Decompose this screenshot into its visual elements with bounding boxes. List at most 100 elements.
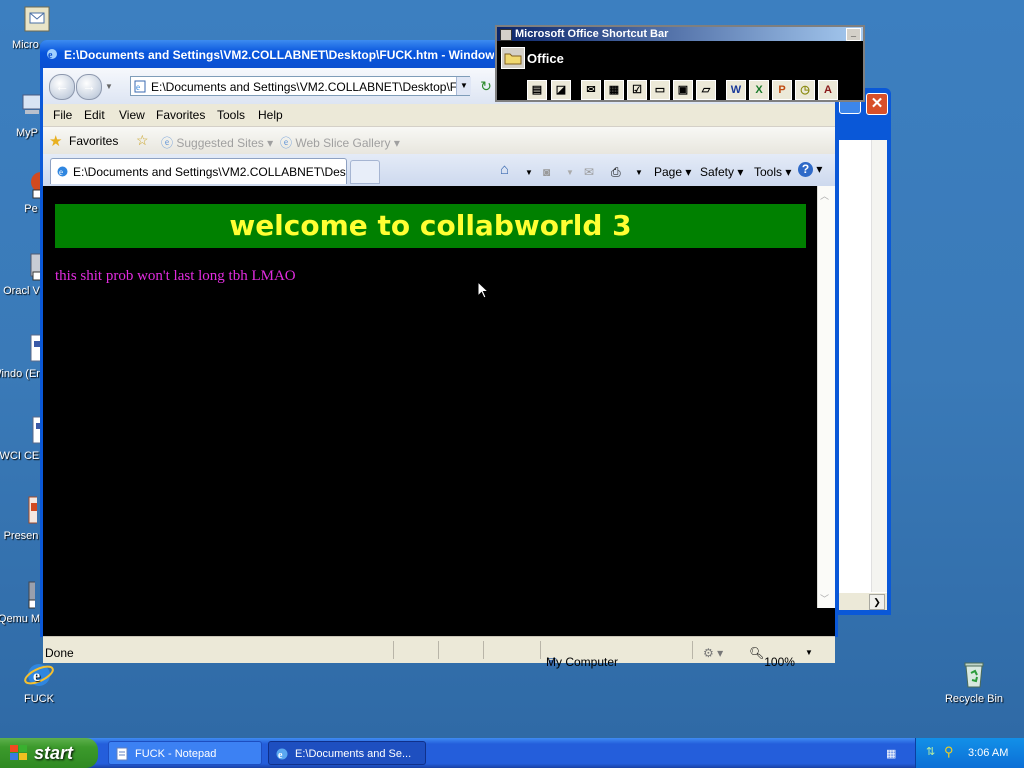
background-window-client: ❯ — [839, 140, 887, 610]
vertical-scrollbar[interactable] — [871, 140, 887, 592]
start-button[interactable]: start — [0, 738, 98, 768]
taskbar: start FUCK - Notepad e E:\Documents and … — [0, 738, 1024, 768]
office-folder-icon[interactable] — [501, 47, 525, 69]
desktop: Micro Outl MyP Pe Oracl Virtu Windo (Eng… — [0, 0, 1024, 738]
protected-mode-icon[interactable]: ⚙ ▾ — [703, 646, 723, 660]
page-icon: e — [134, 80, 146, 93]
minimize-button[interactable]: _ — [846, 28, 861, 41]
new-message-icon[interactable]: ✉ — [581, 80, 601, 100]
svg-text:e: e — [59, 167, 63, 177]
powerpoint-icon — [28, 496, 37, 524]
tab-label: E:\Documents and Settings\VM2.COLLABNET\… — [73, 165, 346, 179]
office-shortcut-bar[interactable]: Microsoft Office Shortcut Bar _ Office ▤… — [495, 25, 865, 102]
page-banner: welcome to collabworld 3 — [55, 204, 806, 248]
favorites-button[interactable]: Favorites — [69, 134, 118, 148]
menu-help[interactable]: Help — [258, 108, 283, 122]
system-tray: ⇅ ⚲ 3:06 AM — [915, 738, 1024, 768]
menu-bar: File Edit View Favorites Tools Help — [43, 104, 835, 127]
horizontal-scrollbar[interactable]: ❯ — [839, 593, 887, 610]
scroll-down-icon[interactable]: ﹀ — [820, 592, 829, 605]
home-icon[interactable]: ⌂ — [500, 161, 509, 178]
page-menu[interactable]: Page ▾ — [654, 165, 691, 179]
tab-bar: e E:\Documents and Settings\VM2.COLLABNE… — [43, 154, 835, 186]
mail-icon[interactable]: ✉ — [584, 165, 594, 179]
address-dropdown-icon[interactable]: ▼ — [456, 77, 471, 95]
help-icon[interactable]: ? ▾ — [798, 162, 822, 177]
document-icon — [32, 416, 43, 444]
home-dropdown-icon[interactable]: ▼ — [525, 168, 533, 177]
page-text: this shit prob won't last long tbh LMAO — [55, 268, 296, 284]
outlook-icon[interactable]: ◷ — [795, 80, 815, 100]
add-favorites-icon[interactable]: ☆ — [136, 132, 149, 149]
open-office-document-icon[interactable]: ▤ — [527, 80, 547, 100]
network-icon[interactable]: ⇅ — [926, 745, 935, 758]
go-refresh-icon[interactable]: ↻ — [477, 77, 495, 95]
menu-tools[interactable]: Tools — [217, 108, 245, 122]
tools-menu[interactable]: Tools ▾ — [754, 165, 791, 179]
outlook-icon — [24, 6, 50, 32]
status-bar: Done ▣ My Computer ⚙ ▾ 🔍︎ 100% ▼ — [43, 636, 835, 669]
ie-window[interactable]: e E:\Documents and Settings\VM2.COLLABNE… — [40, 40, 838, 669]
search-icon[interactable]: ⚲ — [944, 744, 954, 760]
desktop-icon-label: Presen — [3, 530, 39, 542]
new-note-icon[interactable]: ▱ — [696, 80, 716, 100]
office-bar-title[interactable]: Microsoft Office Shortcut Bar _ — [497, 27, 863, 41]
svg-text:e: e — [278, 750, 283, 761]
window-title: E:\Documents and Settings\VM2.COLLABNET\… — [64, 48, 494, 62]
desktop-icon-label: MyP — [16, 127, 38, 139]
tab-current-page[interactable]: e E:\Documents and Settings\VM2.COLLABNE… — [50, 158, 347, 184]
favorites-star-icon[interactable]: ★ — [49, 132, 62, 150]
close-button[interactable]: ✕ — [866, 93, 888, 115]
status-text: Done — [45, 646, 74, 660]
new-journal-icon[interactable]: ▣ — [673, 80, 693, 100]
vertical-scrollbar[interactable]: ︿ ﹀ — [817, 186, 835, 608]
ie-frame: ← → ▼ e E:\Documents and Settings\VM2.CO… — [43, 68, 835, 669]
excel-icon[interactable]: X — [749, 80, 769, 100]
menu-file[interactable]: File — [53, 108, 72, 122]
print-icon[interactable]: ⎙ — [611, 165, 621, 180]
background-window[interactable]: ✕ ❯ — [835, 88, 891, 615]
keyboard-icon[interactable]: ▦ — [886, 747, 896, 760]
svg-text:e: e — [136, 82, 140, 92]
document-icon — [30, 334, 41, 362]
mouse-cursor-icon — [477, 281, 489, 299]
favorites-bar: ★ Favorites ☆ ⓔ Suggested Sites ▾ ⓔ Web … — [43, 127, 835, 154]
zoom-dropdown-icon[interactable]: ▼ — [805, 648, 813, 657]
taskbar-item-notepad[interactable]: FUCK - Notepad — [108, 741, 262, 765]
forward-button[interactable]: → — [76, 74, 102, 100]
new-tab-button[interactable] — [350, 160, 380, 184]
address-bar[interactable]: e E:\Documents and Settings\VM2.COLLABNE… — [130, 76, 470, 96]
feeds-icon[interactable]: ◙ — [543, 165, 550, 179]
taskbar-item-ie[interactable]: e E:\Documents and Se... — [268, 741, 426, 765]
menu-edit[interactable]: Edit — [84, 108, 105, 122]
menu-favorites[interactable]: Favorites — [156, 108, 205, 122]
desktop-icon-label: Recycle Bin — [944, 693, 1004, 705]
desktop-icon-label: FUCK — [24, 693, 54, 705]
notepad-icon — [116, 747, 128, 761]
back-button[interactable]: ← — [49, 74, 75, 100]
word-icon[interactable]: W — [726, 80, 746, 100]
access-icon[interactable]: A — [818, 80, 838, 100]
scroll-up-icon[interactable]: ︿ — [820, 189, 829, 202]
desktop-icon-fuck[interactable]: e FUCK — [0, 658, 78, 705]
history-dropdown-icon[interactable]: ▼ — [105, 82, 113, 91]
zoom-control[interactable]: 🔍︎ 100% — [749, 646, 795, 669]
ie-icon: e — [47, 49, 57, 61]
print-dropdown-icon[interactable]: ▼ — [635, 168, 643, 177]
office-bar-icon — [500, 29, 512, 41]
scroll-right-icon[interactable]: ❯ — [869, 594, 885, 610]
new-task-icon[interactable]: ☑ — [627, 80, 647, 100]
feeds-dropdown-icon[interactable]: ▼ — [566, 168, 574, 177]
new-contact-icon[interactable]: ▭ — [650, 80, 670, 100]
powerpoint-icon[interactable]: P — [772, 80, 792, 100]
clock[interactable]: 3:06 AM — [968, 747, 1008, 759]
my-pc-icon — [22, 94, 42, 114]
svg-text:e: e — [33, 668, 40, 685]
desktop-icon-recycle-bin[interactable]: Recycle Bin — [935, 658, 1013, 705]
web-slice-gallery-link[interactable]: ⓔ Web Slice Gallery ▾ — [280, 134, 400, 151]
suggested-sites-link[interactable]: ⓔ Suggested Sites ▾ — [161, 134, 273, 151]
safety-menu[interactable]: Safety ▾ — [700, 165, 743, 179]
new-office-document-icon[interactable]: ◪ — [551, 80, 571, 100]
new-appointment-icon[interactable]: ▦ — [604, 80, 624, 100]
menu-view[interactable]: View — [119, 108, 145, 122]
